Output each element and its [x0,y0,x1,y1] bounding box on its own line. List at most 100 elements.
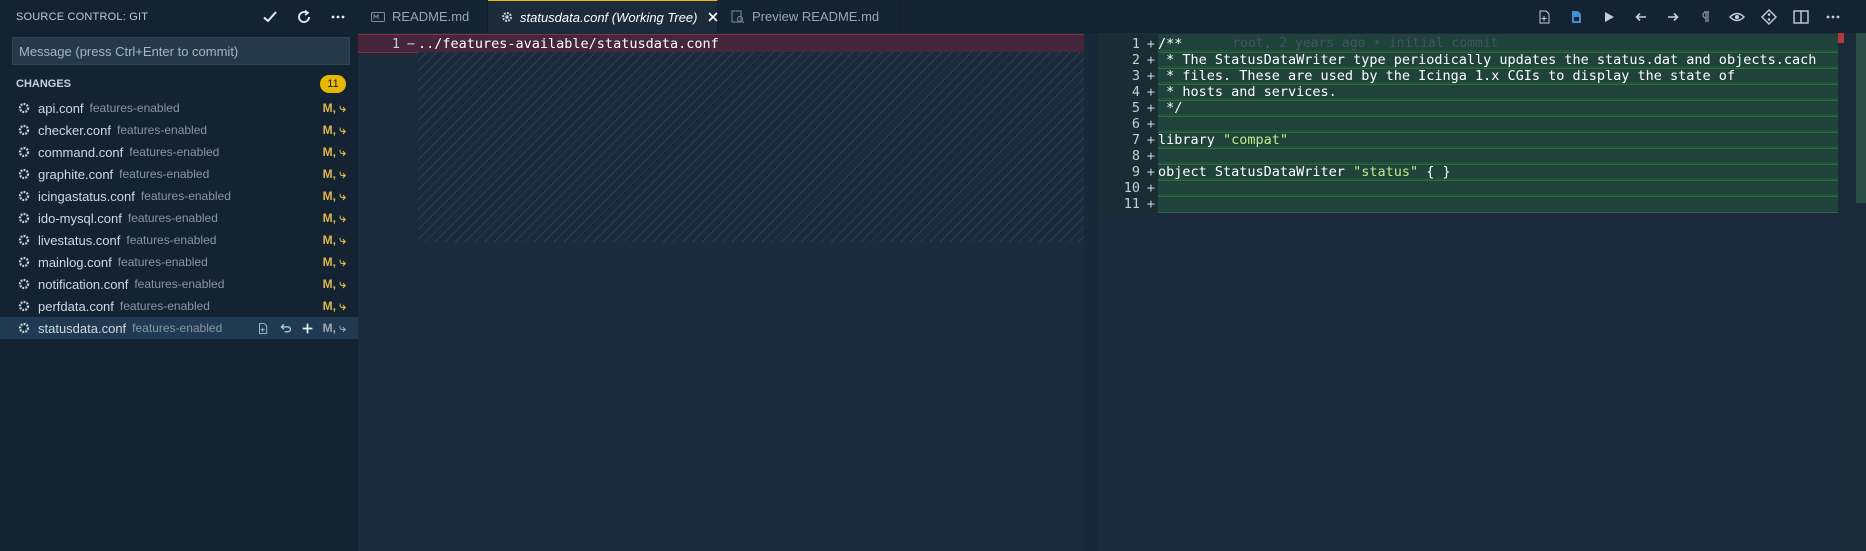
line-number: 5 [1131,99,1140,116]
gear-icon [16,320,32,336]
gear-icon [16,254,32,270]
eye-icon[interactable] [1724,4,1750,30]
line-text: ../features-available/statusdata.conf [418,35,719,52]
diff-sign: + [1146,179,1156,196]
gear-icon [16,298,32,314]
file-row[interactable]: api.conf features-enabled M, ⤷ [0,97,358,119]
file-row[interactable]: ido-mysql.conf features-enabled M, ⤷ [0,207,358,229]
changes-file-list: api.conf features-enabled M, ⤷ checker.conf… [0,97,358,339]
overview-ruler[interactable] [1838,33,1866,551]
diff-sign: + [1146,83,1156,100]
more-actions-icon[interactable] [1820,4,1846,30]
gear-icon [16,210,32,226]
file-directory: features-enabled [117,255,208,269]
code-plain: object StatusDataWriter [1158,163,1354,180]
arrow-right-icon[interactable] [1660,4,1686,30]
file-row[interactable]: checker.conf features-enabled M, ⤷ [0,119,358,141]
line-number: 10 [1123,179,1140,196]
tab-label: statusdata.conf (Working Tree) [520,9,698,25]
open-file-icon[interactable] [255,319,273,337]
discard-changes-icon[interactable] [277,319,295,337]
gear-icon [16,232,32,248]
file-status: M, ⤷ [322,210,346,225]
line-number: 1 [1131,35,1140,52]
preview-icon [730,9,746,25]
file-row[interactable]: command.conf features-enabled M, ⤷ [0,141,358,163]
blame-annotation: root, 2 years ago • initial commit [1232,36,1499,51]
file-row[interactable]: notification.conf features-enabled M, ⤷ [0,273,358,295]
stage-changes-icon[interactable] [299,319,317,337]
file-directory: features-enabled [129,145,220,159]
file-status: M, ⤷ [322,298,346,313]
editor-actions [1532,0,1846,33]
file-status: M, ⤷ [322,254,346,269]
file-row[interactable]: mainlog.conf features-enabled M, ⤷ [0,251,358,273]
refresh-icon[interactable] [292,5,316,29]
gear-icon [16,188,32,204]
arrow-left-icon[interactable] [1628,4,1654,30]
file-name: ido-mysql.conf [38,210,122,226]
diff-sign: + [1146,35,1156,52]
line-number: 6 [1131,115,1140,132]
diff-sign: + [1146,163,1156,180]
gear-icon [16,122,32,138]
line-number: 1 [391,35,400,52]
gear-icon [16,166,32,182]
changes-label: CHANGES [16,78,72,90]
gear-icon [16,276,32,292]
file-row[interactable]: livestatus.conf features-enabled M, ⤷ [0,229,358,251]
file-name: command.conf [38,144,124,160]
file-directory: features-enabled [89,101,180,115]
more-actions-icon[interactable] [326,5,350,29]
code-string: "compat" [1223,131,1289,148]
line-text: */ [1158,99,1183,116]
diff-modified-pane[interactable]: 1 +/** root, 2 years ago • initial commit 2… [1098,33,1838,551]
line-text: * The StatusDataWriter type periodically… [1158,51,1817,68]
tab-preview-readme[interactable]: Preview README.md [718,0,900,33]
changes-header[interactable]: CHANGES 11 [0,73,358,95]
tab-label: README.md [392,9,470,24]
commit-check-icon[interactable] [258,5,282,29]
file-row[interactable]: icingastatus.conf features-enabled M, ⤷ [0,185,358,207]
tab-readme[interactable]: README.md [358,0,488,33]
commit-message-input[interactable] [19,43,343,59]
changes-count-badge: 11 [320,75,346,93]
scroll-thumb[interactable] [1856,33,1866,203]
split-editor-icon[interactable] [1788,4,1814,30]
file-directory: features-enabled [140,189,231,203]
code-string: "status" [1353,163,1419,180]
diff-sign: + [1146,51,1156,68]
close-icon[interactable] [707,9,718,25]
file-name: statusdata.conf [38,320,127,336]
diff-original-pane[interactable]: 1 − ../features-available/statusdata.con… [358,33,1084,551]
file-status: M, ⤷ [322,188,346,203]
file-name: perfdata.conf [38,298,114,314]
sidebar-title: SOURCE CONTROL: GIT [16,10,149,23]
whitespace-icon[interactable] [1692,4,1718,30]
file-directory: features-enabled [119,299,210,313]
open-file-icon[interactable] [1532,4,1558,30]
git-compare-icon[interactable] [1756,4,1782,30]
file-name: mainlog.conf [38,254,112,270]
file-directory: features-enabled [134,277,225,291]
gear-icon [500,9,514,25]
diff-sign: − [406,35,416,52]
diff-sign: + [1146,131,1156,148]
file-row[interactable]: graphite.conf features-enabled M, ⤷ [0,163,358,185]
file-directory: features-enabled [126,233,217,247]
file-directory: features-enabled [117,123,208,137]
code-plain: { } [1418,163,1451,180]
diff-split-gutter[interactable] [1084,33,1098,551]
tab-statusdata-working-tree[interactable]: statusdata.conf (Working Tree) [488,0,718,33]
file-directory: features-enabled [132,321,223,335]
open-changes-icon[interactable] [1564,4,1590,30]
play-icon[interactable] [1596,4,1622,30]
added-line: 11 + [1098,194,1838,213]
ruler-change-mark [1838,33,1844,43]
file-row[interactable]: statusdata.conf features-enabled M, ⤷ [0,317,358,339]
file-directory: features-enabled [127,211,218,225]
file-row[interactable]: perfdata.conf features-enabled M, ⤷ [0,295,358,317]
file-status: M, ⤷ [322,166,346,181]
file-status: M, ⤷ [322,100,346,115]
line-number: 9 [1131,163,1140,180]
